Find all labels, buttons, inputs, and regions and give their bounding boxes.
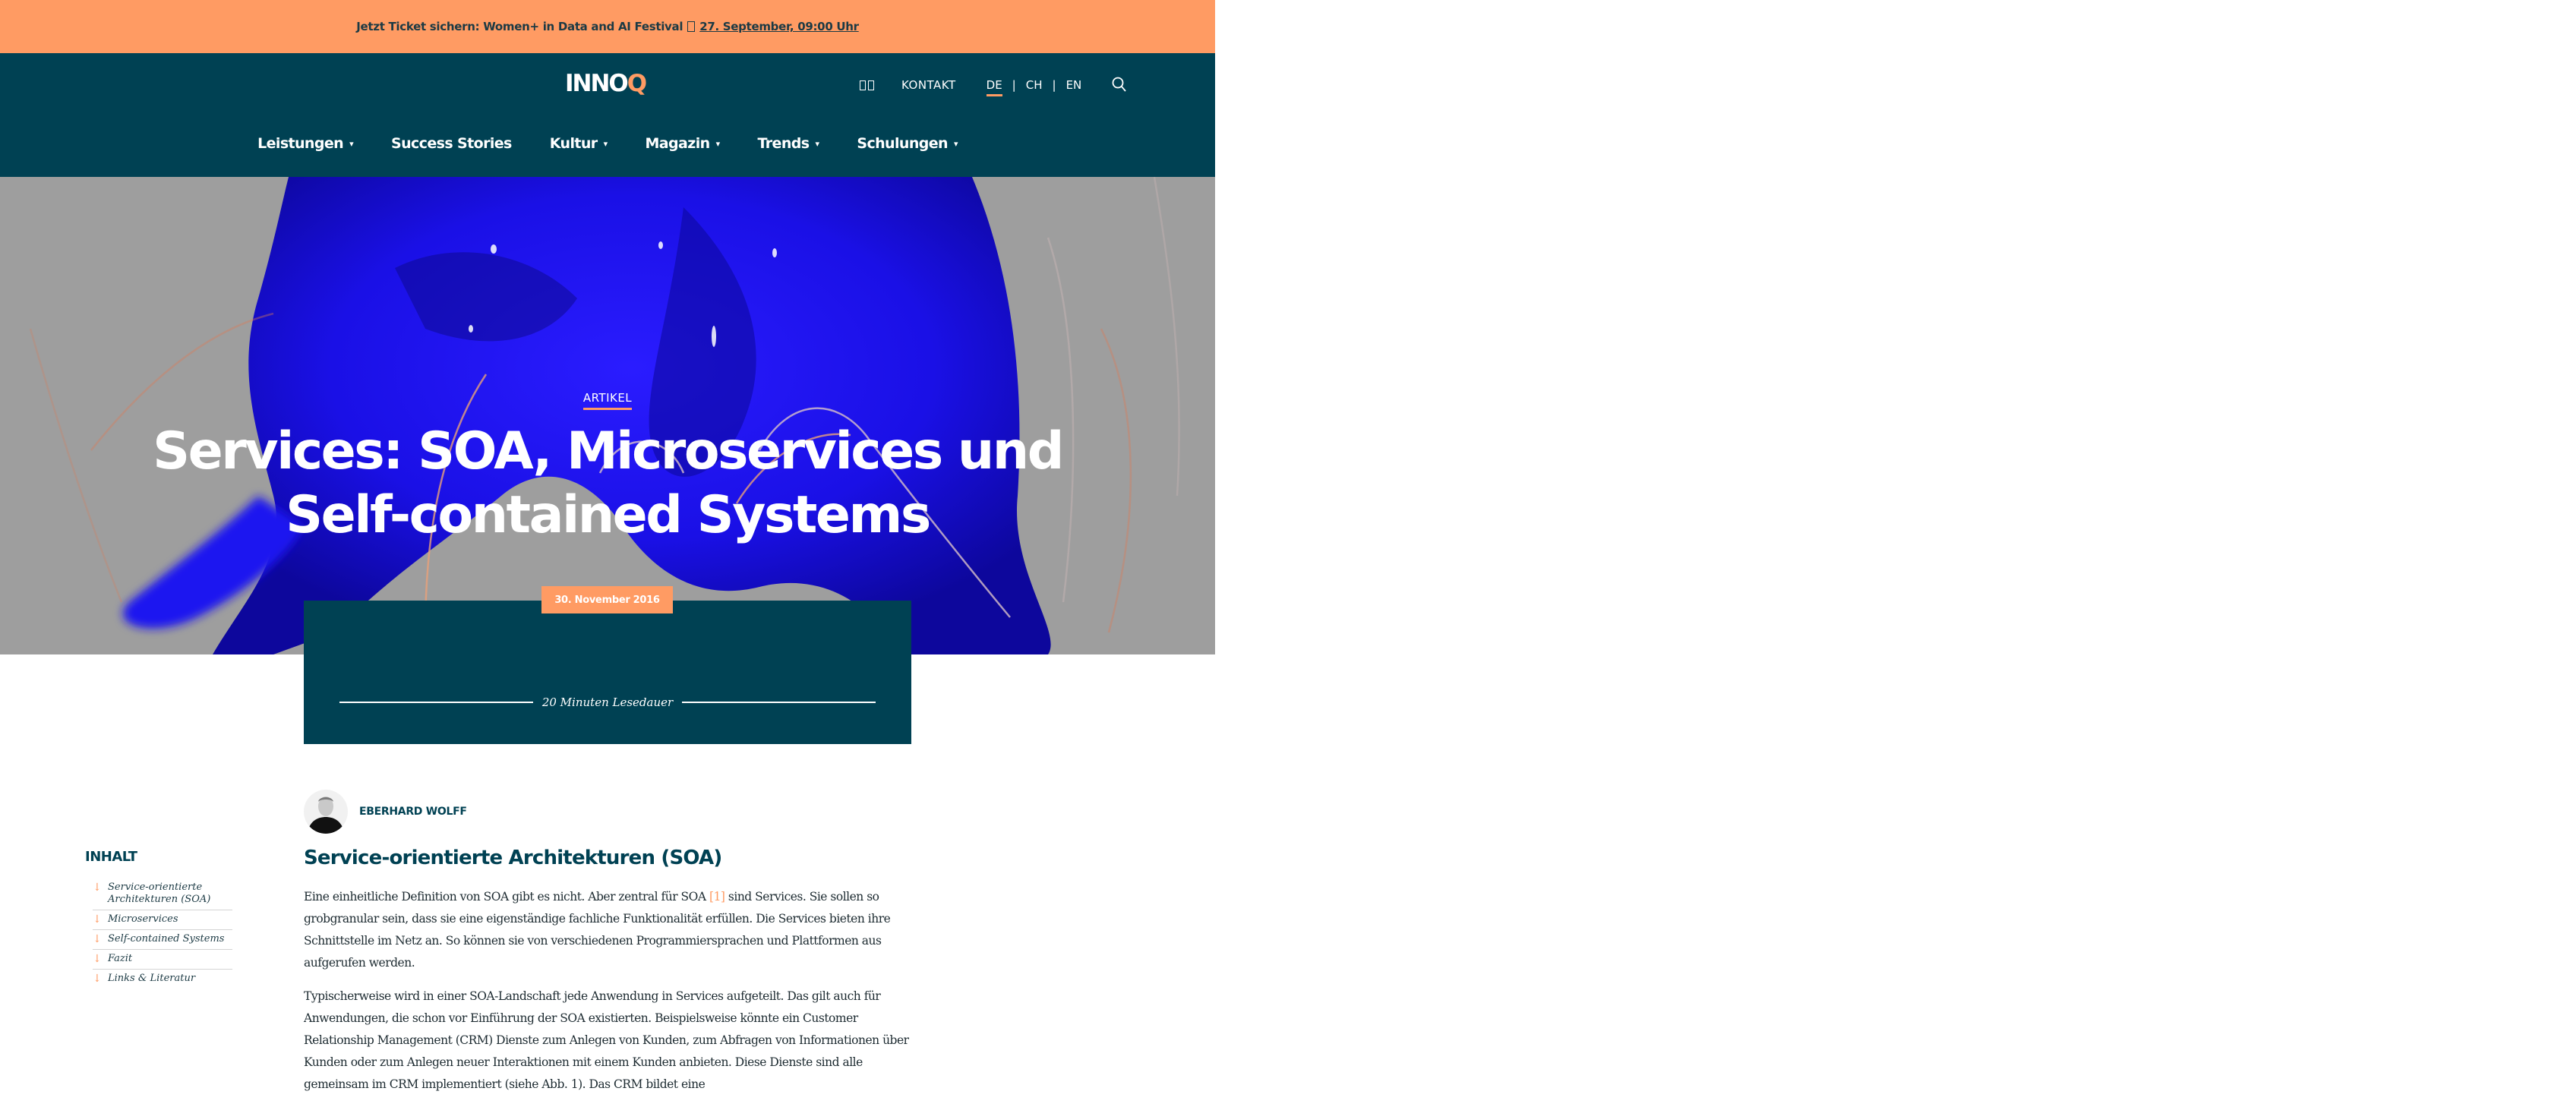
nav-label: Magazin (645, 135, 711, 152)
divider-line (682, 702, 876, 703)
nav-label: Success Stories (391, 135, 512, 152)
nav-label: Trends (757, 135, 810, 152)
toc-item-label: Service-orientierte Architekturen (SOA) (108, 882, 211, 905)
nav-label: Schulungen (857, 135, 948, 152)
kicker-label[interactable]: ARTIKEL (582, 391, 633, 410)
chevron-down-icon: ▾ (815, 138, 819, 149)
nav-schulungen[interactable]: Schulungen ▾ (857, 135, 958, 152)
avatar[interactable] (304, 790, 348, 834)
arrow-down-icon: ↓ (93, 913, 102, 926)
reading-time: 20 Minuten Lesedauer (339, 695, 876, 709)
toc-item-label: Fazit (108, 953, 133, 964)
utility-nav: KONTAKT DE | CH | EN (860, 70, 1129, 100)
toc-item-label: Self-contained Systems (108, 933, 225, 945)
chevron-down-icon: ▾ (953, 138, 958, 149)
arrow-down-icon: ↓ (93, 973, 102, 985)
contact-link[interactable]: KONTAKT (901, 78, 956, 92)
announcement-link[interactable]: 27. September, 09:00 Uhr (699, 20, 859, 33)
toc-item[interactable]: ↓ Fazit (93, 950, 232, 970)
date-badge: 30. November 2016 (541, 586, 673, 613)
toc-item[interactable]: ↓ Self-contained Systems (93, 930, 232, 950)
nav-leistungen[interactable]: Leistungen ▾ (257, 135, 353, 152)
toc-item[interactable]: ↓ Service-orientierte Architekturen (SOA) (93, 878, 232, 910)
calendar-icon (687, 21, 696, 32)
lang-separator: | (1052, 78, 1056, 92)
page: Jetzt Ticket sichern: Women+ in Data and… (0, 0, 1215, 1102)
lang-separator: | (1012, 78, 1016, 92)
lang-ch[interactable]: CH (1026, 78, 1043, 92)
paragraph: Typischerweise wird in einer SOA-Landsch… (304, 989, 909, 1091)
paragraph-text: Eine einheitliche Definition von SOA gib… (304, 890, 710, 904)
logo[interactable]: INNOQ (565, 70, 647, 97)
hero-image (29, 177, 1180, 654)
reference-link[interactable]: [1] (709, 890, 725, 904)
language-flag-icon[interactable] (860, 80, 874, 90)
reading-time-label: 20 Minuten Lesedauer (541, 695, 674, 709)
article-body: Service-orientierte Architekturen (SOA) … (304, 847, 911, 1107)
site-header: INNOQ KONTAKT DE | CH | EN Leistungen ▾ S… (0, 53, 1215, 177)
logo-text: INNO (565, 70, 629, 97)
arrow-down-icon: ↓ (93, 953, 102, 965)
nav-label: Leistungen (257, 135, 344, 152)
nav-success-stories[interactable]: Success Stories (391, 135, 512, 152)
toc-item-label: Links & Literatur (108, 973, 196, 984)
logo-accent: Q (627, 70, 647, 97)
toc-heading: INHALT (85, 849, 137, 865)
lang-en[interactable]: EN (1066, 78, 1082, 92)
chevron-down-icon: ▾ (349, 138, 354, 149)
article-meta-box: 30. November 2016 20 Minuten Lesedauer (304, 586, 911, 744)
announcement-bar: Jetzt Ticket sichern: Women+ in Data and… (0, 0, 1215, 53)
table-of-contents: INHALT ↓ Service-orientierte Architekture… (85, 849, 232, 989)
toc-item[interactable]: ↓ Microservices (93, 910, 232, 930)
article-kicker: ARTIKEL (0, 391, 1215, 410)
search-icon[interactable] (1110, 76, 1129, 94)
toc-item-label: Microservices (108, 913, 178, 925)
paragraph: Eine einheitliche Definition von SOA gib… (304, 886, 911, 974)
nav-trends[interactable]: Trends ▾ (757, 135, 819, 152)
chevron-down-icon: ▾ (603, 138, 608, 149)
lang-de[interactable]: DE (986, 78, 1002, 96)
main-nav: Leistungen ▾ Success Stories Kultur ▾ Maga… (0, 135, 1215, 152)
page-title: Services: SOA, Microservices und Self-co… (153, 421, 1064, 545)
announcement-text: Jetzt Ticket sichern: Women+ in Data and… (356, 20, 683, 33)
divider-line (339, 702, 533, 703)
arrow-down-icon: ↓ (93, 882, 102, 894)
toc-item[interactable]: ↓ Links & Literatur (93, 970, 232, 989)
nav-magazin[interactable]: Magazin ▾ (645, 135, 721, 152)
arrow-down-icon: ↓ (93, 933, 102, 945)
section-heading: Service-orientierte Architekturen (SOA) (304, 847, 722, 869)
chevron-down-icon: ▾ (715, 138, 721, 149)
nav-kultur[interactable]: Kultur ▾ (550, 135, 608, 152)
nav-label: Kultur (549, 135, 598, 152)
author-byline[interactable]: EBERHARD WOLFF (304, 790, 467, 834)
author-name[interactable]: EBERHARD WOLFF (359, 806, 467, 818)
hero: ARTIKEL Services: SOA, Microservices und… (0, 177, 1215, 654)
